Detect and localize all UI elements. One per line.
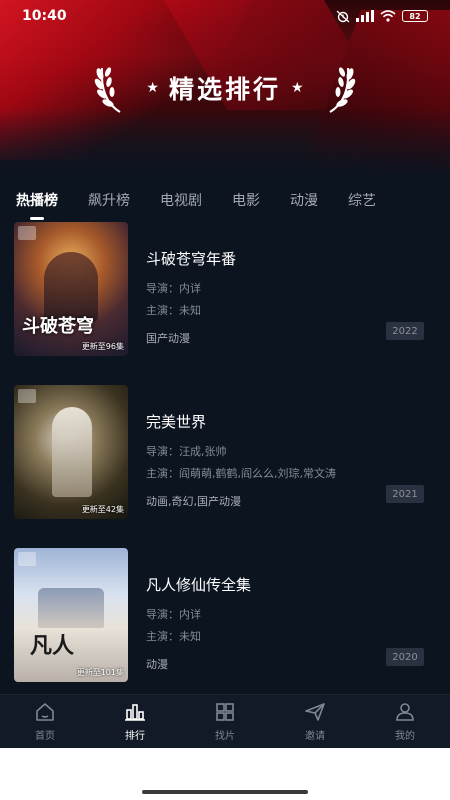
- year-badge: 2021: [386, 485, 424, 503]
- ranking-tabs: 热播榜 飙升榜 电视剧 电影 动漫 综艺: [0, 180, 450, 220]
- item-tags: 动漫: [146, 658, 168, 671]
- rank-badge: [18, 552, 36, 566]
- item-director: 导演：内详: [146, 608, 201, 620]
- list-item[interactable]: 斗破苍穹 更新至96集 斗破苍穹年番 导演：内详 主演：未知 国产动漫 2022: [0, 218, 450, 381]
- alarm-icon: [336, 10, 350, 23]
- item-cast: 主演：未知: [146, 304, 201, 316]
- nav-profile-label: 我的: [395, 731, 415, 742]
- send-icon: [305, 703, 325, 721]
- rank-badge: [18, 226, 36, 240]
- grid-icon: [216, 703, 234, 721]
- nav-profile[interactable]: 我的: [375, 701, 435, 742]
- ranking-list: 斗破苍穹 更新至96集 斗破苍穹年番 导演：内详 主演：未知 国产动漫 2022…: [0, 218, 450, 707]
- poster-figure: [52, 407, 92, 497]
- poster-art-title: 斗破苍穹: [22, 316, 94, 337]
- status-time: 10:40: [22, 8, 67, 24]
- update-status: 更新至101集: [76, 668, 124, 677]
- home-icon: [36, 703, 54, 721]
- item-info: 完美世界 导演：汪成,张帅 主演：阎萌萌,鹤鹤,阎么么,刘琮,常文涛 动画,奇幻…: [146, 411, 426, 508]
- item-director: 导演：内详: [146, 282, 201, 294]
- list-item[interactable]: 凡人 更新至101集 凡人修仙传全集 导演：内详 主演：未知 动漫 2020: [0, 544, 450, 707]
- battery-level: 82: [409, 11, 421, 21]
- poster-art-title: 凡人: [30, 633, 75, 659]
- item-title[interactable]: 斗破苍穹年番: [146, 248, 426, 270]
- tab-movies[interactable]: 电影: [232, 186, 260, 214]
- ranking-icon: [125, 704, 145, 721]
- rank-badge: [18, 389, 36, 403]
- update-status: 更新至96集: [81, 342, 124, 351]
- poster-image[interactable]: 斗破苍穹 更新至96集: [14, 222, 128, 356]
- nav-discover[interactable]: 找片: [195, 701, 255, 742]
- page-title: 精选排行: [168, 75, 281, 104]
- nav-ranking[interactable]: 排行: [105, 701, 165, 742]
- item-info: 斗破苍穹年番 导演：内详 主演：未知 国产动漫: [146, 248, 426, 345]
- item-info: 凡人修仙传全集 导演：内详 主演：未知 动漫: [146, 574, 426, 671]
- poster-figure: [38, 588, 104, 628]
- title-star-left: ★: [146, 80, 159, 96]
- tab-variety[interactable]: 综艺: [348, 186, 376, 214]
- nav-invite-label: 邀请: [305, 731, 325, 742]
- tab-anime[interactable]: 动漫: [290, 186, 318, 214]
- nav-discover-label: 找片: [215, 731, 235, 742]
- item-title[interactable]: 凡人修仙传全集: [146, 574, 426, 596]
- tab-tv-series[interactable]: 电视剧: [160, 186, 202, 214]
- laurel-right-icon: [329, 67, 355, 113]
- status-icons: 82: [336, 9, 428, 23]
- user-icon: [396, 703, 414, 721]
- home-indicator[interactable]: [142, 790, 308, 794]
- item-cast: 主演：阎萌萌,鹤鹤,阎么么,刘琮,常文涛: [146, 467, 336, 479]
- update-status: 更新至42集: [81, 505, 124, 514]
- nav-home-label: 首页: [35, 731, 55, 742]
- system-gesture-bar: [0, 748, 450, 800]
- item-director: 导演：汪成,张帅: [146, 445, 227, 457]
- tab-rising[interactable]: 飙升榜: [88, 186, 130, 214]
- page-title-block: ★ 精选排行 ★: [0, 58, 450, 118]
- poster-image[interactable]: 更新至42集: [14, 385, 128, 519]
- wifi-icon: [380, 10, 396, 22]
- status-bar: 10:40 82: [0, 0, 450, 32]
- nav-ranking-label: 排行: [125, 731, 145, 742]
- signal-icon: [356, 10, 374, 22]
- laurel-left-icon: [95, 67, 121, 113]
- tab-hot[interactable]: 热播榜: [16, 186, 58, 220]
- title-star-right: ★: [291, 80, 304, 96]
- bottom-navigation: 首页 排行 找片 邀请 我的: [0, 694, 450, 748]
- battery-icon: 82: [402, 10, 428, 22]
- item-cast: 主演：未知: [146, 630, 201, 642]
- banner-fade: [0, 108, 450, 178]
- item-tags: 国产动漫: [146, 332, 190, 345]
- item-title[interactable]: 完美世界: [146, 411, 426, 433]
- item-tags: 动画,奇幻,国产动漫: [146, 495, 241, 508]
- app-screen: 10:40 82 ★ 精选排行 ★ 热播榜 飙升榜 电视剧 电影 动漫 综艺 斗…: [0, 0, 450, 748]
- nav-invite[interactable]: 邀请: [285, 701, 345, 742]
- nav-home[interactable]: 首页: [15, 701, 75, 742]
- year-badge: 2022: [386, 322, 424, 340]
- list-item[interactable]: 更新至42集 完美世界 导演：汪成,张帅 主演：阎萌萌,鹤鹤,阎么么,刘琮,常文…: [0, 381, 450, 544]
- year-badge: 2020: [386, 648, 424, 666]
- poster-image[interactable]: 凡人 更新至101集: [14, 548, 128, 682]
